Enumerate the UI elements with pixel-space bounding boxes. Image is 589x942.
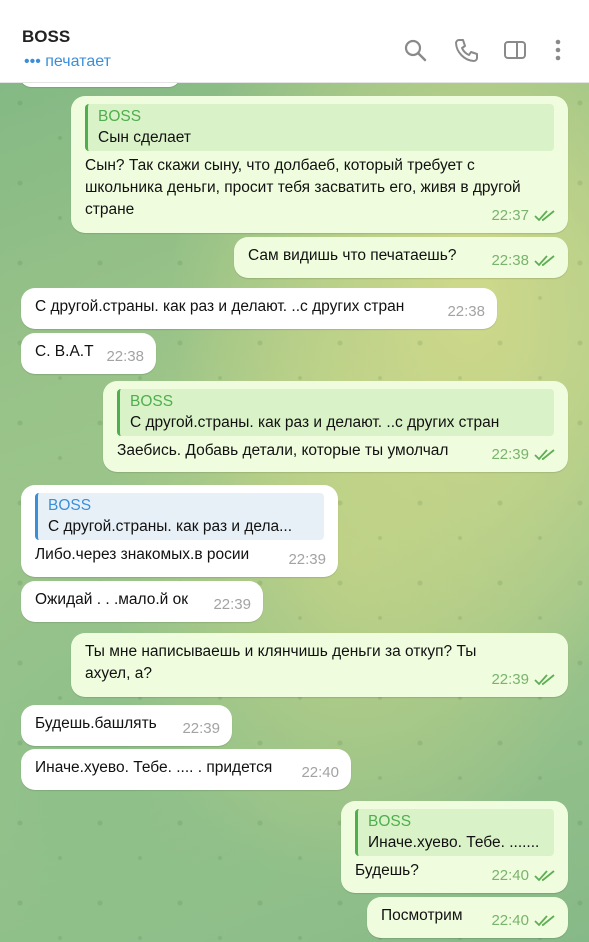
message-meta: 22:39 — [491, 444, 556, 466]
message-bubble-outgoing[interactable]: Ты мне написываешь и клянчишь деньги за … — [71, 633, 568, 697]
message-meta: 22:38 — [491, 250, 556, 272]
double-check-icon — [534, 255, 555, 267]
chat-title[interactable]: BOSS — [22, 27, 70, 47]
message-time: 22:40 — [491, 867, 529, 884]
quote-author: BOSS — [130, 393, 174, 410]
quote-text: Сын сделает — [98, 129, 191, 146]
double-check-icon — [534, 915, 555, 927]
message-time: 22:39 — [182, 720, 220, 737]
double-check-icon — [534, 870, 555, 882]
message-bubble-partial[interactable] — [20, 83, 180, 87]
phone-icon[interactable] — [453, 37, 479, 63]
message-meta: 22:37 — [491, 205, 556, 227]
message-text: Сын? Так скажи сыну, что долбаеб, которы… — [85, 157, 521, 218]
message-time: 22:38 — [106, 348, 144, 365]
message-text: С другой.страны. как раз и делают. ..с д… — [35, 298, 405, 315]
message-bubble-outgoing[interactable]: Посмотрим 22:40 — [367, 897, 568, 938]
message-bubble-incoming[interactable]: BOSS С другой.страны. как раз и дела... … — [21, 485, 338, 577]
message-time: 22:38 — [447, 303, 485, 320]
message-meta: 22:38 — [106, 346, 144, 368]
message-bubble-outgoing[interactable]: BOSS Сын сделает Сын? Так скажи сыну, чт… — [71, 96, 568, 233]
reply-quote[interactable]: BOSS С другой.страны. как раз и делают. … — [117, 389, 554, 436]
message-bubble-outgoing[interactable]: Сам видишь что печатаешь? 22:38 — [234, 237, 568, 278]
double-check-icon — [534, 449, 555, 461]
message-meta: 22:39 — [213, 594, 251, 616]
typing-status: ••• печатает — [24, 53, 111, 70]
message-text: Иначе.хуево. Тебе. .... . придется — [35, 759, 273, 776]
reply-quote[interactable]: BOSS С другой.страны. как раз и дела... — [35, 493, 324, 540]
quote-text: Иначе.хуево. Тебе. ....... — [368, 834, 540, 851]
message-time: 22:39 — [491, 446, 529, 463]
message-text: Ты мне написываешь и клянчишь деньги за … — [85, 643, 477, 682]
message-meta: 22:38 — [447, 301, 485, 323]
message-bubble-incoming[interactable]: С. В.А.Т 22:38 — [21, 333, 156, 374]
chat-area[interactable]: BOSS Сын сделает Сын? Так скажи сыну, чт… — [0, 83, 589, 942]
double-check-icon — [534, 210, 555, 222]
message-time: 22:38 — [491, 252, 529, 269]
message-bubble-incoming[interactable]: Будешь.башлять 22:39 — [21, 705, 232, 746]
message-bubble-outgoing[interactable]: BOSS Иначе.хуево. Тебе. ....... Будешь? … — [341, 801, 568, 893]
quote-author: BOSS — [98, 108, 142, 125]
message-meta: 22:40 — [301, 762, 339, 784]
chat-header: BOSS ••• печатает — [0, 0, 589, 83]
message-meta: 22:40 — [491, 865, 556, 887]
message-text: Заебись. Добавь детали, которые ты умолч… — [117, 442, 449, 459]
reply-quote[interactable]: BOSS Иначе.хуево. Тебе. ....... — [355, 809, 554, 856]
double-check-icon — [534, 674, 555, 686]
message-time: 22:37 — [491, 207, 529, 224]
message-bubble-incoming[interactable]: Ожидай . . .мало.й ок 22:39 — [21, 581, 263, 622]
message-time: 22:39 — [213, 596, 251, 613]
quote-text: С другой.страны. как раз и дела... — [48, 518, 293, 535]
message-time: 22:39 — [288, 551, 326, 568]
message-bubble-outgoing[interactable]: BOSS С другой.страны. как раз и делают. … — [103, 381, 568, 472]
message-time: 22:40 — [491, 912, 529, 929]
quote-author: BOSS — [48, 497, 92, 514]
search-icon[interactable] — [402, 37, 428, 63]
message-text: Либо.через знакомых.в росии — [35, 546, 250, 563]
message-meta: 22:39 — [288, 549, 326, 571]
quote-author: BOSS — [368, 813, 412, 830]
reply-quote[interactable]: BOSS Сын сделает — [85, 104, 554, 151]
message-bubble-incoming[interactable]: Иначе.хуево. Тебе. .... . придется 22:40 — [21, 749, 351, 790]
sidebar-icon[interactable] — [502, 37, 528, 63]
message-time: 22:40 — [301, 764, 339, 781]
message-meta: 22:39 — [182, 718, 220, 740]
quote-text: С другой.страны. как раз и делают. ..с д… — [130, 414, 500, 431]
message-bubble-incoming[interactable]: С другой.страны. как раз и делают. ..с д… — [21, 288, 497, 329]
message-meta: 22:39 — [491, 669, 556, 691]
more-vertical-icon[interactable] — [545, 37, 571, 63]
message-time: 22:39 — [491, 671, 529, 688]
message-meta: 22:40 — [491, 910, 556, 932]
